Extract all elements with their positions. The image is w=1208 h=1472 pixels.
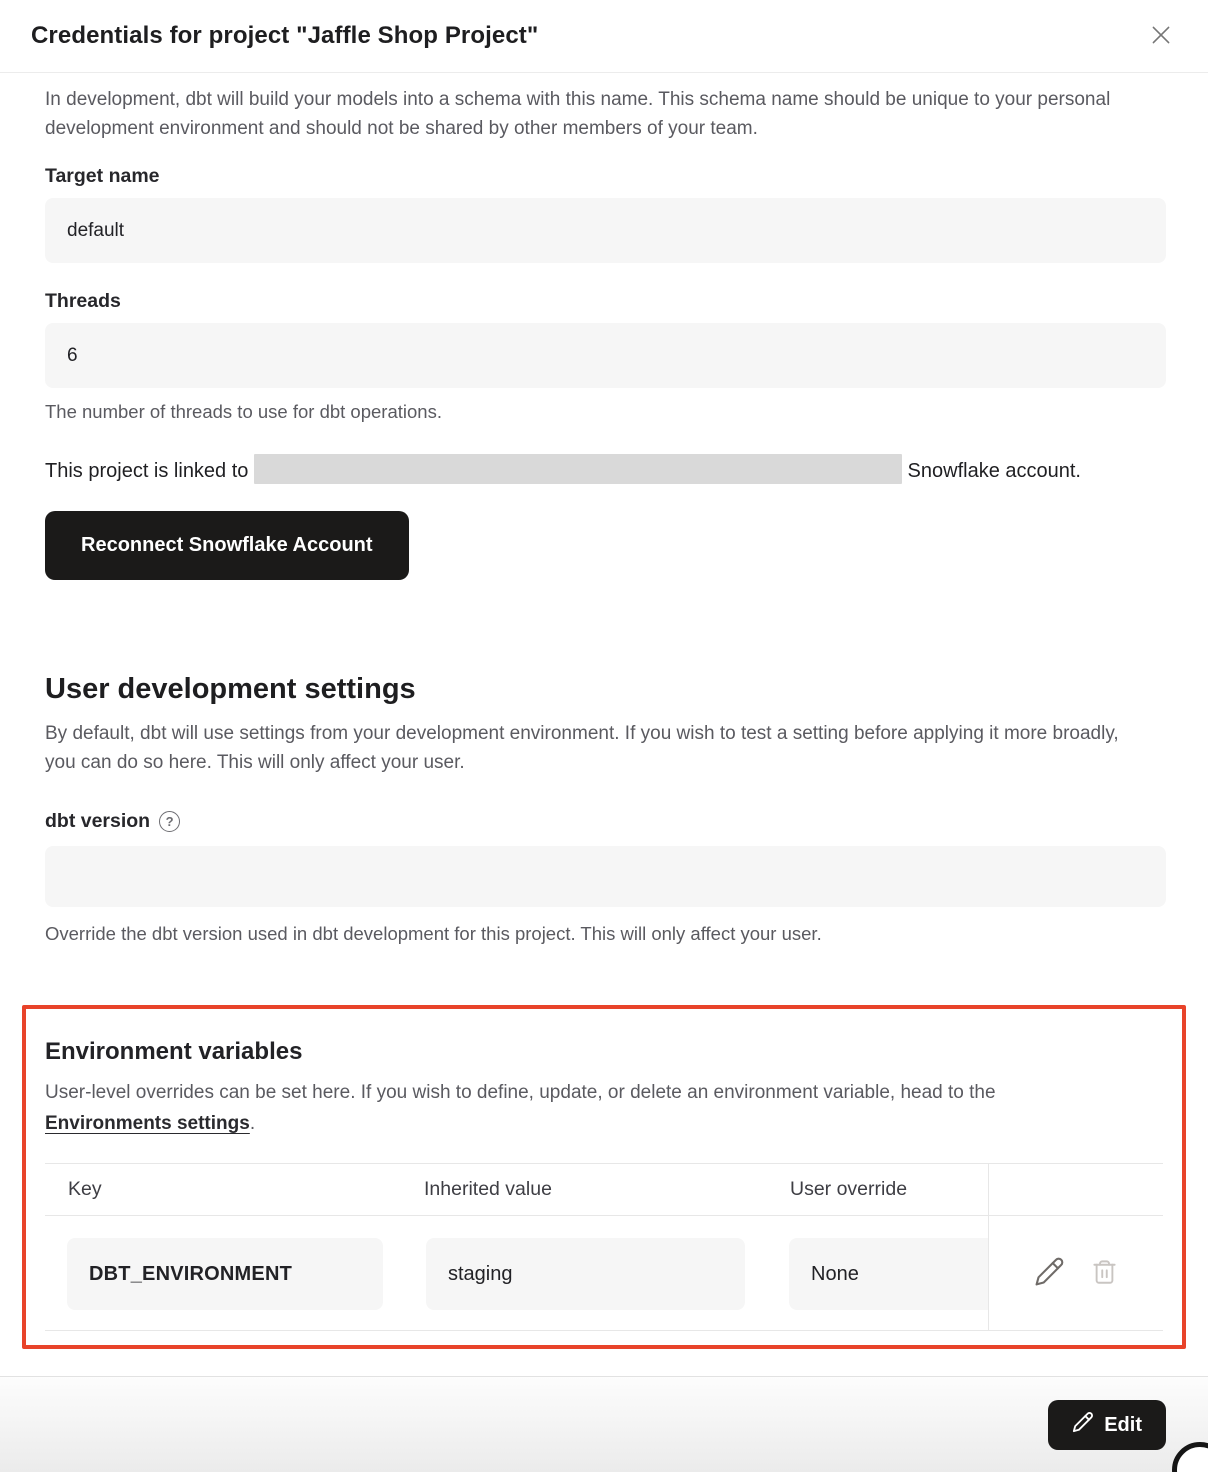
env-var-user-override-value: None	[789, 1238, 988, 1310]
reconnect-snowflake-button[interactable]: Reconnect Snowflake Account	[45, 511, 409, 580]
column-header-key: Key	[45, 1178, 401, 1201]
environments-settings-link[interactable]: Environments settings	[45, 1113, 250, 1134]
trash-icon	[1091, 1258, 1118, 1288]
modal-footer: Edit	[0, 1376, 1208, 1472]
column-header-user-override: User override	[767, 1178, 988, 1201]
delete-row-button[interactable]	[1091, 1258, 1118, 1288]
dbt-version-helper: Override the dbt version used in dbt dev…	[45, 923, 1166, 945]
threads-label: Threads	[45, 290, 1166, 313]
edit-button[interactable]: Edit	[1048, 1400, 1166, 1450]
redacted-account-name	[254, 454, 902, 484]
env-desc-period: .	[250, 1113, 255, 1134]
environment-variables-heading: Environment variables	[45, 1038, 1163, 1066]
window-corner-artifact	[1172, 1442, 1208, 1472]
threads-input[interactable]	[45, 323, 1166, 388]
credentials-modal: Credentials for project "Jaffle Shop Pro…	[0, 0, 1208, 1472]
linked-account-prefix: This project is linked to	[45, 460, 248, 482]
linked-account-line: This project is linked to Snowflake acco…	[45, 453, 1105, 489]
column-header-inherited-value: Inherited value	[401, 1178, 767, 1201]
row-actions	[989, 1216, 1163, 1330]
env-var-key-value: DBT_ENVIRONMENT	[67, 1238, 383, 1310]
environment-variables-description: User-level overrides can be set here. If…	[45, 1077, 1120, 1139]
target-name-label: Target name	[45, 165, 1166, 188]
env-vars-table: Key Inherited value User override DBT_EN…	[45, 1163, 1163, 1331]
pencil-icon	[1034, 1256, 1065, 1290]
table-row: DBT_ENVIRONMENT staging None	[45, 1216, 1163, 1331]
edit-pencil-icon	[1072, 1411, 1094, 1439]
dbt-version-label: dbt version	[45, 810, 150, 833]
reconnect-snowflake-label: Reconnect Snowflake Account	[81, 534, 373, 557]
target-name-input[interactable]	[45, 198, 1166, 263]
env-desc-text: User-level overrides can be set here. If…	[45, 1082, 996, 1103]
dbt-version-input[interactable]	[45, 846, 1166, 907]
env-vars-table-header: Key Inherited value User override	[45, 1164, 1163, 1216]
modal-body: In development, dbt will build your mode…	[0, 85, 1208, 1349]
schema-description: In development, dbt will build your mode…	[45, 85, 1166, 143]
threads-helper: The number of threads to use for dbt ope…	[45, 401, 1166, 423]
dbt-version-label-row: dbt version ?	[45, 810, 1166, 833]
highlight-annotation-box: Environment variables User-level overrid…	[22, 1005, 1186, 1349]
close-icon	[1148, 22, 1174, 51]
column-header-actions	[988, 1164, 1163, 1215]
edit-row-button[interactable]	[1034, 1256, 1065, 1290]
modal-title: Credentials for project "Jaffle Shop Pro…	[31, 22, 538, 50]
edit-button-label: Edit	[1104, 1414, 1142, 1437]
linked-account-suffix: Snowflake account.	[908, 460, 1081, 482]
env-var-inherited-value: staging	[426, 1238, 745, 1310]
help-icon[interactable]: ?	[159, 811, 180, 832]
modal-header: Credentials for project "Jaffle Shop Pro…	[0, 0, 1208, 73]
close-button[interactable]	[1146, 21, 1176, 51]
user-dev-settings-description: By default, dbt will use settings from y…	[45, 719, 1135, 777]
user-dev-settings-heading: User development settings	[45, 673, 1166, 706]
